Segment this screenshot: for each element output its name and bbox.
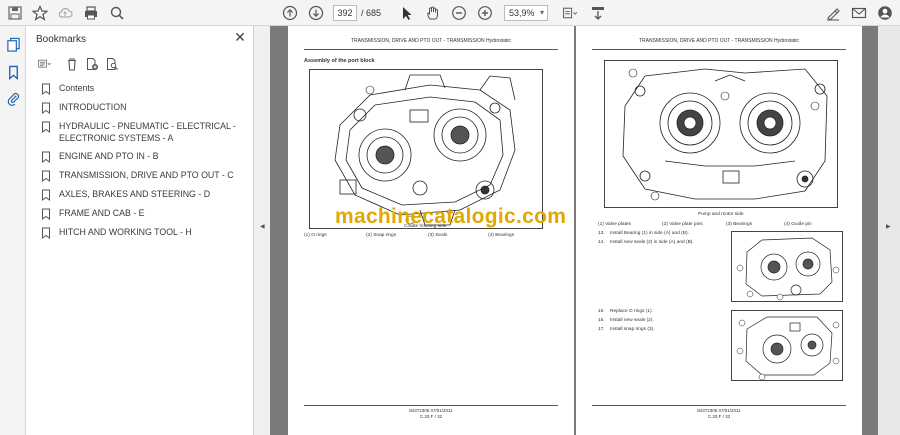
cloud-upload-icon[interactable] — [56, 4, 74, 22]
collapse-arrow-icon[interactable]: ◀ — [260, 223, 265, 230]
account-icon[interactable] — [876, 4, 894, 22]
left-tool-rail — [0, 26, 26, 435]
page-thumbnails-icon[interactable] — [5, 36, 21, 52]
legend-item: (4) Guide pin — [784, 222, 812, 227]
page-header: TRANSMISSION, DRIVE AND PTO OUT - TRANSM… — [350, 38, 512, 44]
step-text: Install new seals (2) in side (A) and (B… — [610, 240, 694, 245]
bookmark-label: ENGINE AND PTO IN - B — [59, 151, 159, 161]
page-header: TRANSMISSION, DRIVE AND PTO OUT - TRANSM… — [638, 38, 800, 44]
bookmark-label: HITCH AND WORKING TOOL - H — [59, 227, 192, 237]
bookmark-label: FRAME AND CAB - E — [59, 208, 145, 218]
step-number: 15. — [598, 309, 605, 314]
mail-icon[interactable] — [850, 4, 868, 22]
legend-item: (3) Seals — [428, 233, 448, 238]
step-text: Install snap rings (3). — [610, 327, 655, 332]
find-bookmark-icon[interactable] — [104, 56, 120, 72]
expand-arrow-icon[interactable]: ▶ — [886, 223, 891, 230]
step-number: 13. — [598, 231, 605, 236]
bookmark-icon — [42, 121, 50, 133]
pump-motor-figure — [604, 60, 838, 208]
bookmark-item-hitch[interactable]: HITCH AND WORKING TOOL - H — [40, 226, 246, 239]
footer-page-ref: C.20.F / 33 — [707, 414, 731, 419]
delete-bookmark-icon[interactable] — [64, 56, 80, 72]
legend-item: (2) Snap rings — [366, 233, 397, 238]
bookmark-item-introduction[interactable]: INTRODUCTION — [40, 101, 246, 114]
scroll-mode-icon[interactable] — [589, 4, 607, 22]
step-number: 14. — [598, 240, 605, 245]
seal-figure-1 — [731, 231, 843, 302]
bookmark-item-axles[interactable]: AXLES, BRAKES AND STEERING - D — [40, 188, 246, 201]
bookmark-icon — [42, 102, 50, 114]
add-bookmark-icon[interactable] — [84, 56, 100, 72]
step-text: Replace O rings (1). — [610, 309, 653, 314]
bookmark-item-frame[interactable]: FRAME AND CAB - E — [40, 207, 246, 220]
section-title: Assembly of the port block — [304, 58, 375, 64]
zoom-search-icon[interactable] — [108, 4, 126, 22]
main-toolbar: 392 / 685 53,9% ▾ — [0, 0, 900, 26]
legend-item: (1) O rings — [304, 233, 327, 238]
footer-rule — [592, 405, 846, 406]
bookmark-label: TRANSMISSION, DRIVE AND PTO OUT - C — [59, 170, 234, 180]
legend-item: (2) Valve plate pins — [662, 222, 703, 227]
bookmark-icon — [42, 170, 50, 182]
header-rule — [304, 49, 558, 50]
bookmark-icon — [42, 151, 50, 163]
zoom-level-value: 53,9% — [509, 8, 535, 18]
bookmark-label: INTRODUCTION — [59, 102, 127, 112]
legend-item: (1) Valve plates — [598, 222, 631, 227]
figure-caption: Pump and motor side — [698, 212, 744, 217]
legend-item: (3) Bearings — [726, 222, 753, 227]
bookmark-icon — [42, 83, 50, 95]
step-number: 17. — [598, 327, 605, 332]
sign-pen-icon[interactable] — [824, 4, 842, 22]
legend-item: (4) Bearings — [488, 233, 515, 238]
vertical-scrollbar[interactable]: ▶ — [878, 26, 900, 435]
zoom-level-select[interactable]: 53,9% ▾ — [504, 5, 548, 21]
seal-figure-2 — [731, 310, 843, 381]
select-cursor-icon[interactable] — [398, 4, 416, 22]
pdf-page-left: TRANSMISSION, DRIVE AND PTO OUT - TRANSM… — [288, 26, 574, 435]
bookmark-star-icon[interactable] — [31, 4, 49, 22]
previous-page-icon[interactable] — [281, 4, 299, 22]
page-total: / 685 — [361, 8, 382, 18]
panel-splitter[interactable]: ◀ — [254, 26, 270, 435]
bookmarks-panel-icon[interactable] — [5, 64, 21, 80]
step-text: Install Bearing (1) in side (A) and (B). — [610, 231, 689, 236]
bookmark-item-engine[interactable]: ENGINE AND PTO IN - B — [40, 150, 246, 163]
footer-rule — [304, 405, 558, 406]
panel-title: Bookmarks — [36, 34, 87, 45]
step-number: 16. — [598, 318, 605, 323]
zoom-in-icon[interactable] — [476, 4, 494, 22]
zoom-out-icon[interactable] — [450, 4, 468, 22]
hand-tool-icon[interactable] — [424, 4, 442, 22]
bookmark-item-transmission[interactable]: TRANSMISSION, DRIVE AND PTO OUT - C — [40, 169, 246, 182]
bookmark-list: Contents INTRODUCTION HYDRAULIC - PNEUMA… — [40, 82, 246, 245]
pdf-page-right: TRANSMISSION, DRIVE AND PTO OUT - TRANSM… — [576, 26, 862, 435]
bookmark-label: HYDRAULIC - PNEUMATIC - ELECTRICAL - ELE… — [59, 121, 236, 143]
document-viewer[interactable]: TRANSMISSION, DRIVE AND PTO OUT - TRANSM… — [270, 26, 878, 435]
fit-page-icon[interactable] — [558, 4, 582, 22]
close-icon[interactable]: ✕ — [233, 30, 247, 44]
bookmarks-panel: Bookmarks ✕ Contents INTRODUCTION HYDRAU… — [26, 26, 254, 435]
attachments-icon[interactable] — [5, 90, 21, 106]
save-icon[interactable] — [6, 4, 24, 22]
bookmark-label: AXLES, BRAKES AND STEERING - D — [59, 189, 211, 199]
bookmark-label: Contents — [59, 83, 95, 93]
header-rule — [592, 49, 846, 50]
page-number-input[interactable]: 392 — [333, 5, 357, 21]
bookmark-icon — [42, 208, 50, 220]
bookmark-icon — [42, 227, 50, 239]
bookmark-tools — [34, 56, 154, 72]
next-page-icon[interactable] — [307, 4, 325, 22]
footer-page-ref: C.20.F / 32 — [419, 414, 443, 419]
print-icon[interactable] — [82, 4, 100, 22]
bookmark-item-hydraulic[interactable]: HYDRAULIC - PNEUMATIC - ELECTRICAL - ELE… — [40, 120, 246, 144]
bookmark-icon — [42, 189, 50, 201]
step-text: Install new seals (2). — [610, 318, 654, 323]
watermark-text: machinecatalogic.com — [335, 205, 567, 228]
bookmark-item-contents[interactable]: Contents — [40, 82, 246, 95]
chevron-down-icon: ▾ — [539, 8, 544, 17]
bookmark-options-icon[interactable] — [34, 56, 56, 72]
